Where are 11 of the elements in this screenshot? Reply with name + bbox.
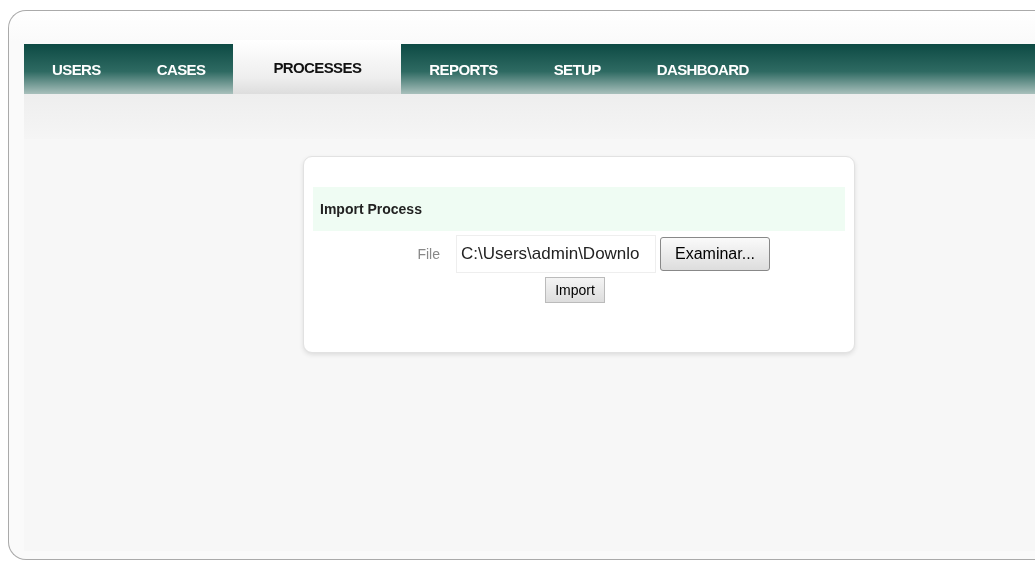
- nav-tab[interactable]: REPORTS: [401, 44, 526, 94]
- panel-title: Import Process: [313, 187, 845, 231]
- nav-tab[interactable]: DASHBOARD: [628, 44, 777, 94]
- field-label: File: [416, 246, 441, 262]
- nav-tab[interactable]: PROCESSES: [233, 40, 402, 94]
- nav-tab[interactable]: CASES: [128, 44, 234, 94]
- import-button[interactable]: Import: [545, 277, 605, 303]
- file-input-field[interactable]: C:\Users\admin\Downlo: [456, 235, 656, 273]
- nav-tab[interactable]: SETUP: [525, 44, 629, 94]
- nav-tab[interactable]: USERS: [24, 44, 129, 94]
- browse-button[interactable]: Examinar...: [660, 237, 771, 271]
